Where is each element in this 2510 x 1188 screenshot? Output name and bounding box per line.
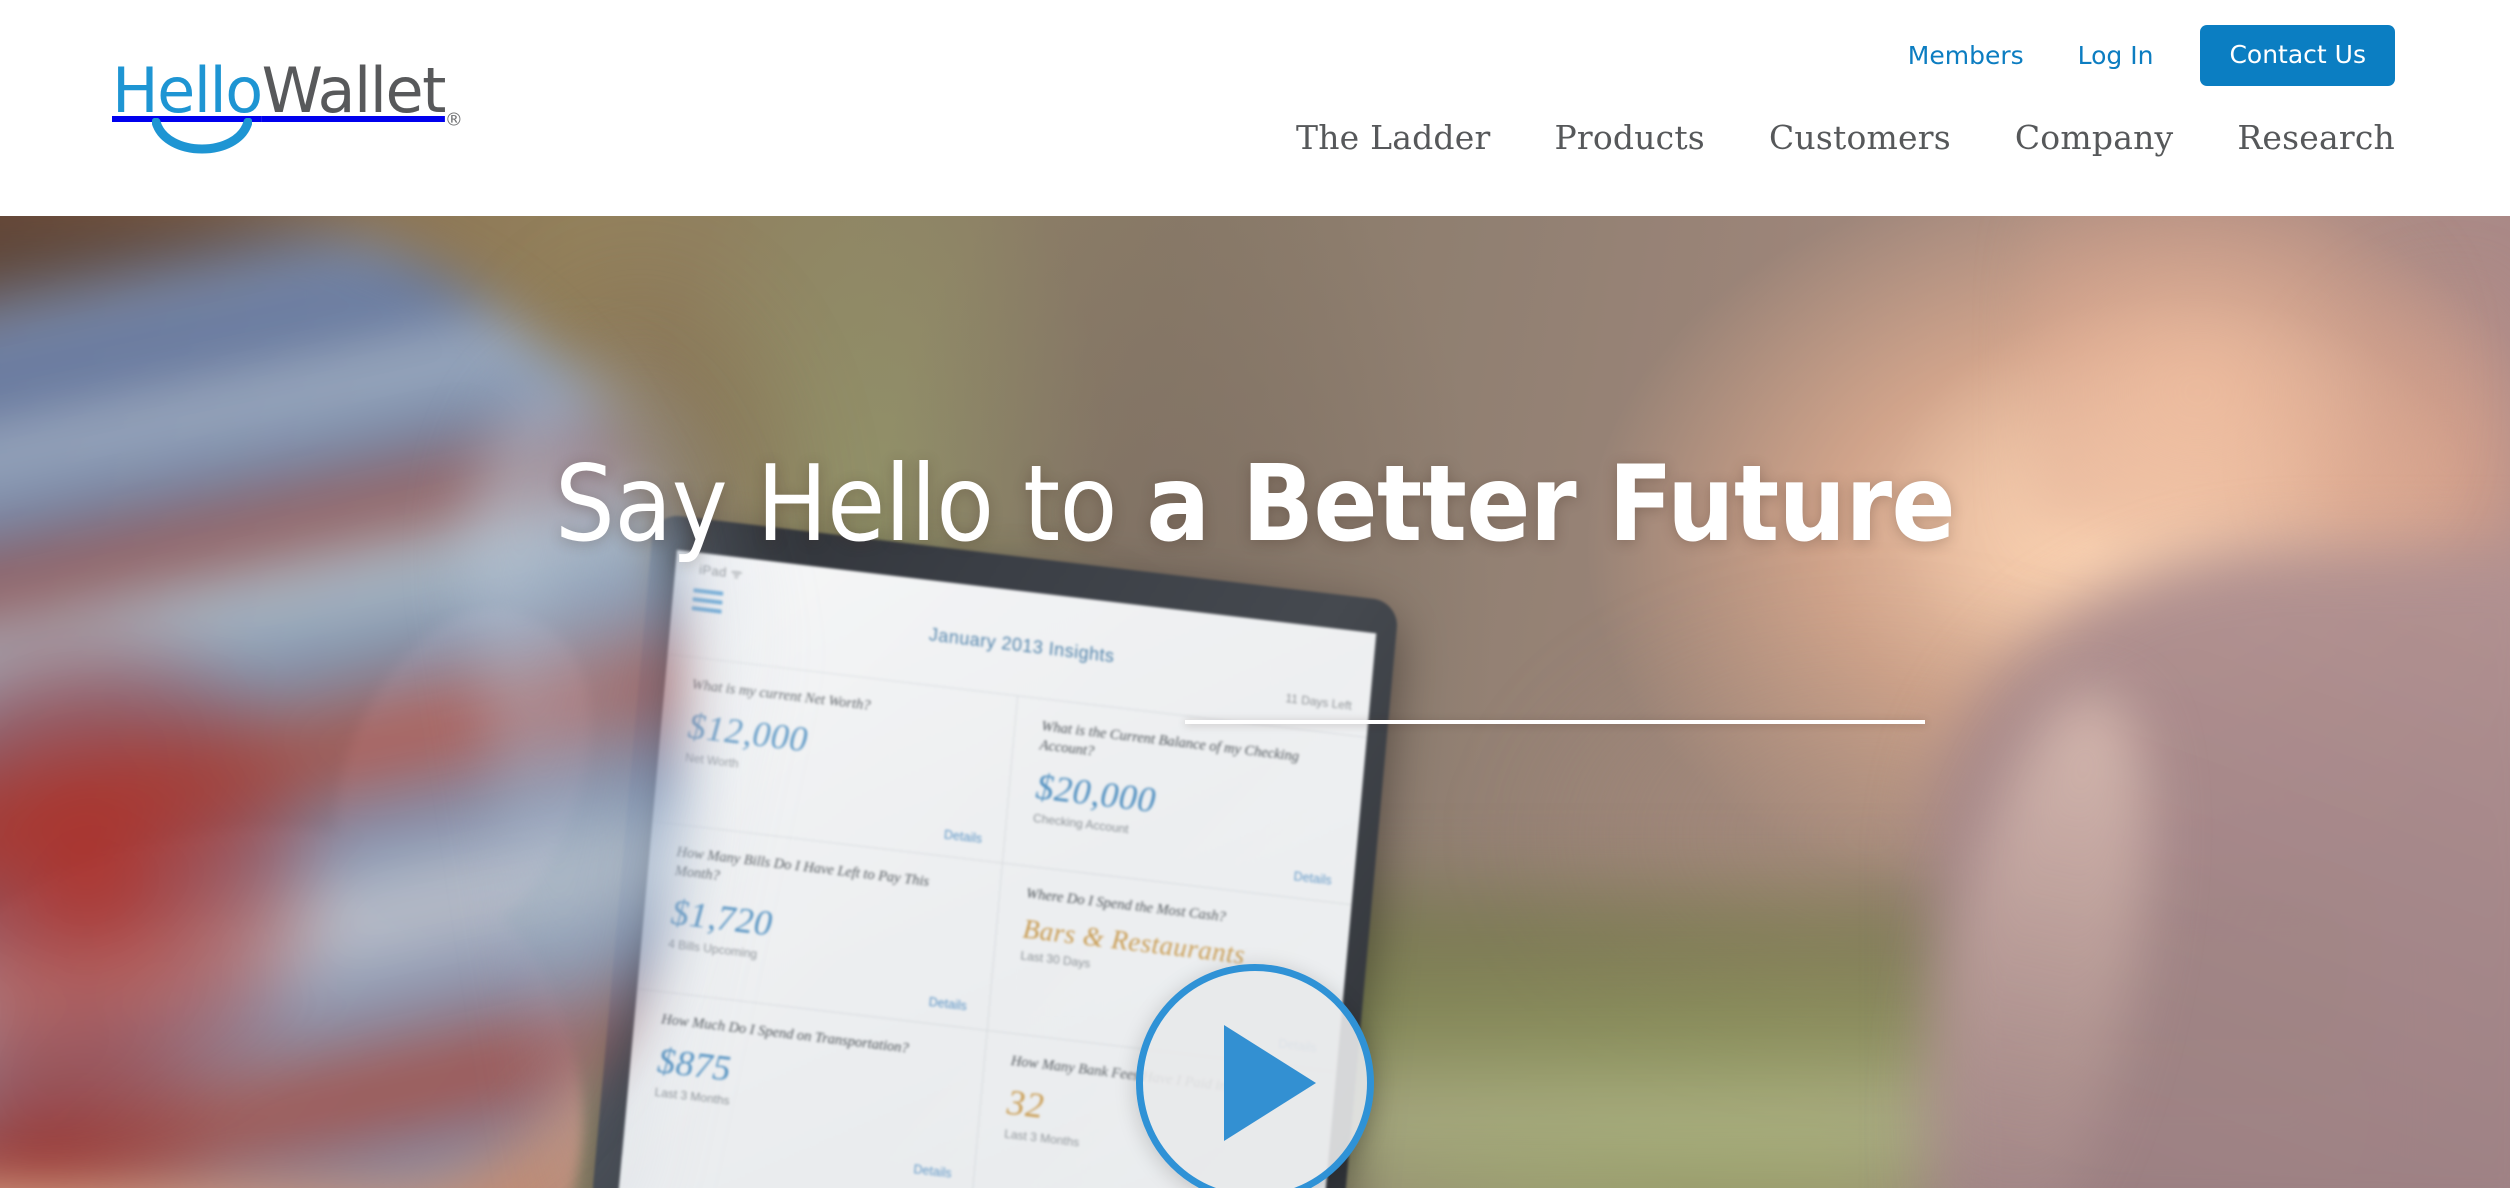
nav-item-products[interactable]: Products — [1554, 118, 1705, 157]
site-logo[interactable]: HelloWallet® — [112, 58, 472, 163]
hero-section: iPad ᯤ January 2013 Insights 11 Days Lef… — [0, 216, 2510, 1188]
nav-item-company[interactable]: Company — [2015, 118, 2174, 157]
utility-nav: Members Log In Contact Us — [1908, 0, 2510, 110]
headline-underline — [1185, 720, 1925, 724]
headline-light-part: Say Hello to — [554, 443, 1147, 565]
utility-link-members[interactable]: Members — [1908, 41, 2024, 70]
insight-details-link[interactable]: Details — [1293, 869, 1332, 887]
main-navigation: The Ladder Products Customers Company Re… — [1296, 118, 2395, 157]
nav-item-the-ladder[interactable]: The Ladder — [1296, 118, 1490, 157]
insight-details-link[interactable]: Details — [928, 995, 967, 1013]
insight-details-link[interactable]: Details — [943, 828, 982, 846]
hero-headline: Say Hello to a Better Future — [0, 452, 2510, 557]
logo-hello-text: Hello — [112, 54, 263, 127]
smile-icon — [152, 118, 252, 154]
nav-item-research[interactable]: Research — [2237, 118, 2395, 157]
utility-link-log-in[interactable]: Log In — [2078, 41, 2154, 70]
contact-us-button[interactable]: Contact Us — [2200, 24, 2395, 86]
play-video-button[interactable] — [1136, 964, 1374, 1188]
logo-registered-mark: ® — [444, 109, 463, 131]
headline-bold-part: a Better Future — [1146, 443, 1956, 565]
insight-details-link[interactable]: Details — [913, 1162, 952, 1180]
nav-item-customers[interactable]: Customers — [1769, 118, 1951, 157]
site-header: HelloWallet® Members Log In Contact Us T… — [0, 0, 2510, 216]
play-icon — [1224, 1025, 1316, 1141]
logo-wallet-text: Wallet — [261, 54, 447, 127]
